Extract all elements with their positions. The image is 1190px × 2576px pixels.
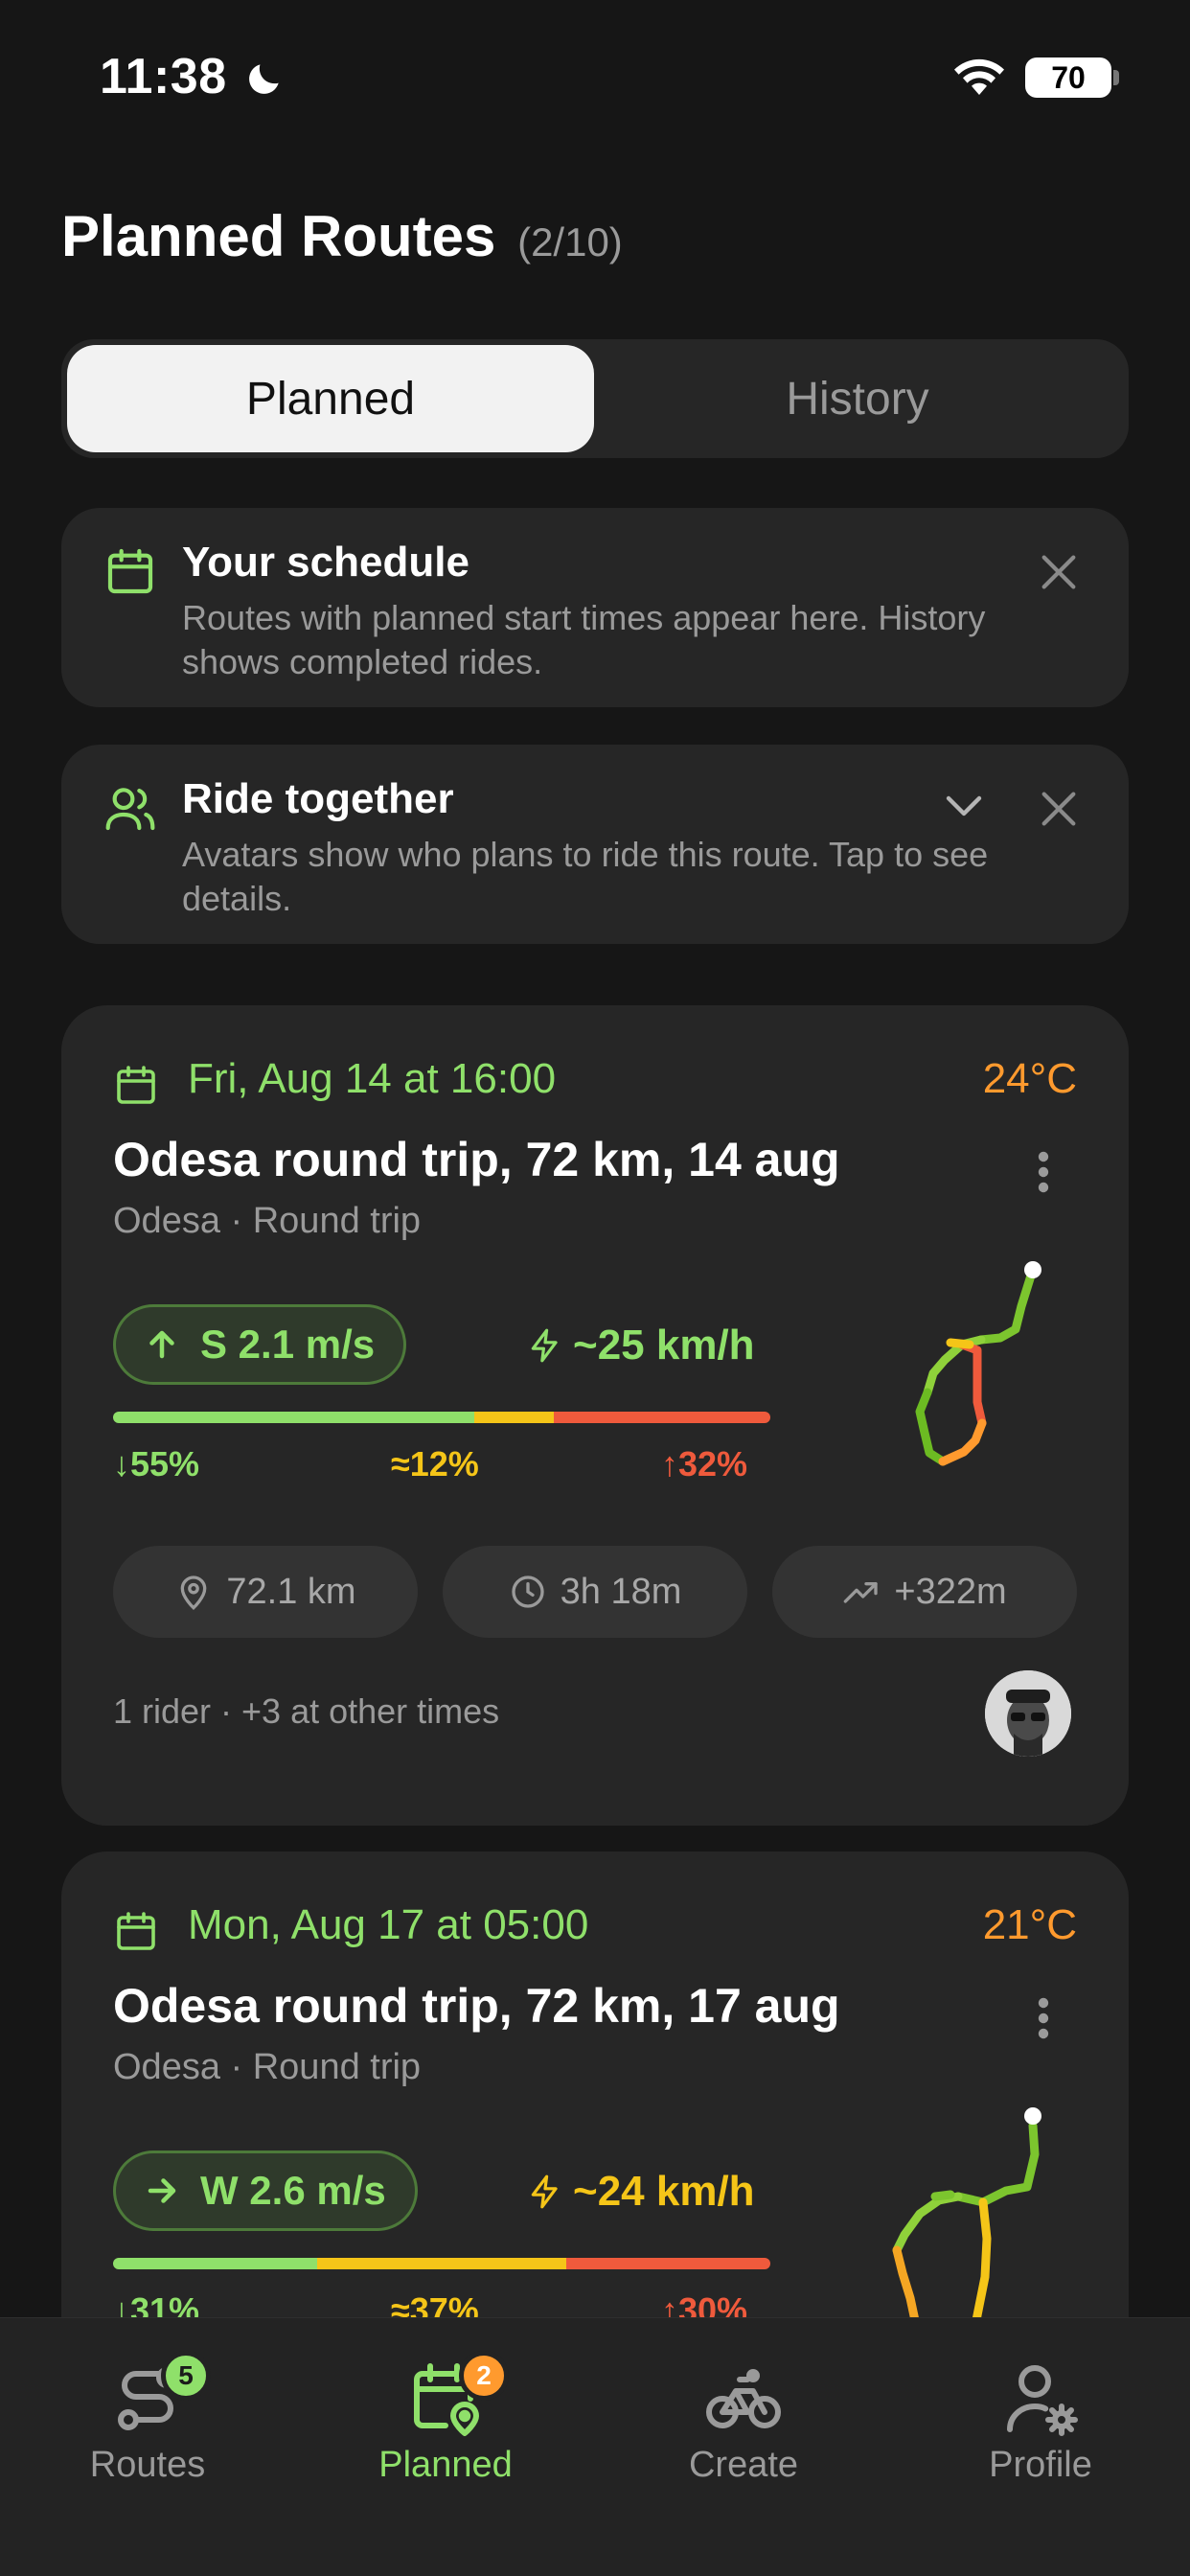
wind-value: S 2.1 m/s [200, 1322, 376, 1367]
wind-pill: W 2.6 m/s [113, 2150, 418, 2231]
tab-label: Profile [989, 2445, 1092, 2485]
tab-label: Planned [378, 2445, 513, 2485]
close-icon[interactable] [1037, 550, 1081, 594]
calendar-icon [117, 1912, 155, 1950]
tab-history[interactable]: History [594, 345, 1121, 452]
gradient-bar [113, 2258, 770, 2269]
moon-icon [249, 64, 279, 94]
bar-flat-segment [474, 1412, 554, 1423]
bar-up-segment [553, 1412, 770, 1423]
route-temperature: 24°C [982, 1055, 1077, 1102]
close-icon[interactable] [1037, 787, 1081, 831]
route-date: Fri, Aug 14 at 16:00 [188, 1055, 557, 1102]
info-card-body: Avatars show who plans to ride this rout… [182, 835, 989, 918]
planned-history-segment: Planned History [61, 339, 1129, 458]
flat-percent: ≈12% [391, 1444, 479, 1484]
distance-value: 72.1 km [226, 1571, 356, 1612]
tab-planned[interactable]: 2 Planned [331, 2351, 561, 2486]
duration-value: 3h 18m [560, 1571, 682, 1612]
clock-icon [511, 1576, 544, 1608]
tab-label: Create [688, 2445, 799, 2485]
route-title: Odesa round trip, 72 km, 17 aug [113, 1979, 840, 2033]
calendar-icon [117, 1066, 155, 1104]
user-settings-icon [1007, 2365, 1078, 2436]
arrow-up-icon [149, 1330, 174, 1359]
elevation-chip: +322m [772, 1546, 1077, 1638]
arrow-right-icon [148, 2178, 176, 2203]
route-subtitle: Odesa · Round trip [113, 1201, 422, 1241]
status-time: 11:38 [100, 49, 227, 104]
descent-percent: ↓55% [113, 1444, 200, 1484]
gradient-bar [113, 1412, 770, 1423]
schedule-info-card: Your schedule Routes with planned start … [61, 508, 1129, 707]
chevron-down-icon[interactable] [945, 793, 983, 819]
lightning-icon [531, 1328, 558, 1363]
avatar-portrait [985, 1670, 1071, 1757]
speed-value: ~24 km/h [573, 2168, 755, 2215]
wifi-icon [954, 58, 1004, 95]
page-title: Planned Routes (2/10) [61, 203, 623, 269]
riders-summary: 1 rider · +3 at other times [113, 1691, 500, 1731]
info-card-body: Routes with planned start times appear h… [182, 598, 986, 681]
location-pin-icon [181, 1576, 207, 1610]
bar-flat-segment [316, 2258, 567, 2269]
route-subtitle: Odesa · Round trip [113, 2047, 422, 2087]
route-date: Mon, Aug 17 at 05:00 [188, 1901, 589, 1948]
more-options-icon[interactable] [1037, 1151, 1050, 1193]
duration-chip: 3h 18m [443, 1546, 747, 1638]
calendar-icon [107, 548, 153, 594]
ride-together-info-card: Ride together Avatars show who plans to … [61, 745, 1129, 944]
route-map-thumbnail [915, 1261, 1041, 1466]
bar-up-segment [566, 2258, 770, 2269]
tab-profile[interactable]: Profile [926, 2360, 1156, 2486]
tab-label: Routes [89, 2445, 206, 2485]
status-bar: 11:38 70 [0, 0, 1190, 153]
speed-estimate: ~24 km/h [527, 2168, 755, 2216]
info-card-title: Ride together [182, 775, 454, 822]
bicycle-icon [706, 2369, 781, 2428]
planned-badge: 2 [459, 2351, 509, 2401]
users-icon [105, 788, 155, 831]
battery-indicator: 70 [1025, 58, 1111, 98]
bar-down-segment [113, 2258, 317, 2269]
route-count: (2/10) [517, 219, 623, 264]
avatar[interactable] [985, 1670, 1071, 1757]
route-temperature: 21°C [982, 1901, 1077, 1948]
elevation-value: +322m [894, 1571, 1007, 1612]
more-options-icon[interactable] [1037, 1997, 1050, 2039]
bar-down-segment [113, 1412, 475, 1423]
tab-planned[interactable]: Planned [67, 345, 594, 452]
battery-nub [1113, 70, 1119, 85]
wind-value: W 2.6 m/s [200, 2168, 386, 2213]
wind-pill: S 2.1 m/s [113, 1304, 407, 1385]
lightning-icon [531, 2174, 558, 2209]
speed-value: ~25 km/h [573, 1322, 755, 1368]
ascent-percent: ↑32% [661, 1444, 748, 1484]
route-card[interactable]: Fri, Aug 14 at 16:00 24°C Odesa round tr… [61, 1005, 1129, 1826]
distance-chip: 72.1 km [113, 1546, 418, 1638]
bottom-tab-bar: 5 Routes 2 Planned Create Profile [0, 2317, 1190, 2576]
info-card-title: Your schedule [182, 539, 469, 586]
tab-routes[interactable]: 5 Routes [33, 2351, 263, 2486]
trending-up-icon [844, 1582, 879, 1603]
route-title: Odesa round trip, 72 km, 14 aug [113, 1133, 840, 1186]
page-title-text: Planned Routes [61, 204, 496, 268]
routes-badge: 5 [161, 2351, 211, 2401]
tab-create[interactable]: Create [629, 2360, 858, 2486]
speed-estimate: ~25 km/h [527, 1322, 755, 1369]
